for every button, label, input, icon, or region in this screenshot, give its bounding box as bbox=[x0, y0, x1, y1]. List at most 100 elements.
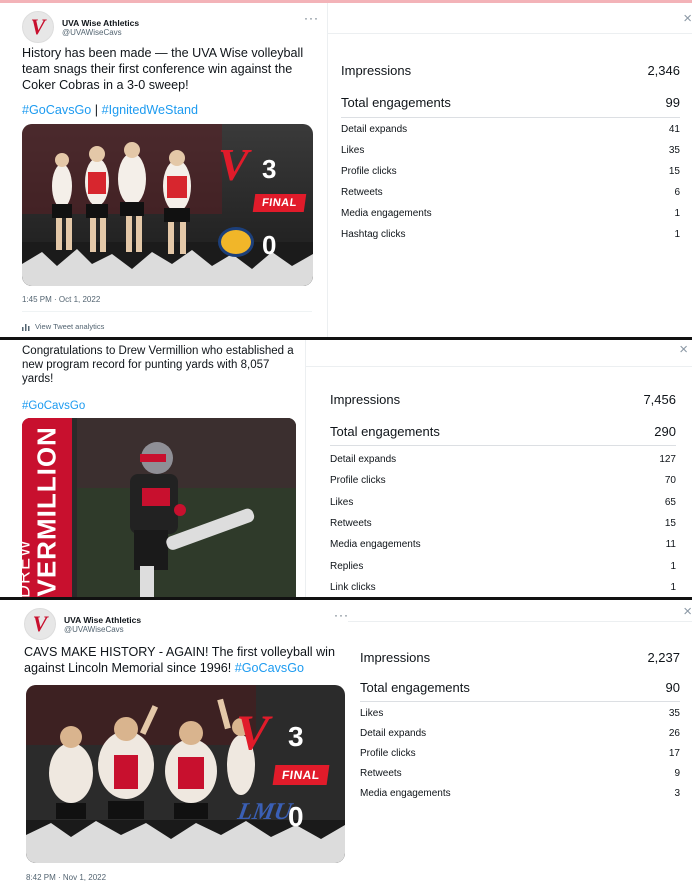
metric-row: Retweets 15 bbox=[330, 518, 676, 529]
metric-row: Detail expands 41 bbox=[341, 124, 680, 135]
lmu-logo: LMU bbox=[235, 799, 294, 825]
hashtag-link[interactable]: #GoCavsGo bbox=[235, 661, 304, 675]
metric-value: 1 bbox=[670, 581, 676, 593]
metric-label: Detail expands bbox=[330, 454, 397, 465]
metric-value: 17 bbox=[668, 748, 680, 759]
tweet-header: V UVA Wise Athletics @UVAWiseCavs bbox=[24, 608, 141, 640]
close-icon[interactable]: × bbox=[683, 11, 692, 26]
more-options-icon[interactable]: ··· bbox=[334, 608, 349, 622]
metric-row: Retweets 9 bbox=[360, 768, 680, 779]
metric-value: 1 bbox=[674, 229, 680, 240]
metric-row: Detail expands 127 bbox=[330, 454, 676, 465]
home-team-logo: V bbox=[236, 704, 270, 760]
metric-label: Retweets bbox=[360, 768, 402, 779]
metric-label: Likes bbox=[341, 145, 365, 156]
analytics-card: × Impressions 7,456 Total engagements 290 … bbox=[305, 340, 692, 597]
metric-value: 6 bbox=[674, 187, 680, 198]
tweet-text: Congratulations to Drew Vermillion who e… bbox=[22, 345, 294, 385]
metric-value: 65 bbox=[664, 496, 676, 508]
metric-row: Hashtag clicks 1 bbox=[341, 229, 680, 240]
tweet-card[interactable]: V UVA Wise Athletics @UVAWiseCavs ··· Hi… bbox=[0, 3, 325, 337]
tweet-timestamp[interactable]: 1:45 PM · Oct 1, 2022 bbox=[22, 295, 100, 304]
close-icon[interactable]: × bbox=[683, 604, 692, 619]
view-analytics-link[interactable]: View Tweet analytics bbox=[22, 322, 104, 331]
metric-label: Hashtag clicks bbox=[341, 229, 406, 240]
metric-row: Media engagements 3 bbox=[360, 788, 680, 799]
avatar[interactable]: V bbox=[22, 11, 54, 43]
metric-label: Media engagements bbox=[341, 208, 432, 219]
handle[interactable]: @UVAWiseCavs bbox=[62, 28, 139, 37]
tweet-media-image[interactable]: V 3 FINAL 0 bbox=[22, 124, 313, 286]
home-team-logo: V bbox=[218, 139, 249, 190]
metric-label: Likes bbox=[330, 496, 354, 508]
avatar[interactable]: V bbox=[24, 608, 56, 640]
metric-row: Link clicks 1 bbox=[330, 582, 676, 593]
metric-row: Media engagements 11 bbox=[330, 539, 676, 550]
player-first-name: DREW bbox=[22, 539, 34, 597]
metric-row: Likes 35 bbox=[360, 708, 680, 719]
tweet-analytics-panel-3: V UVA Wise Athletics @UVAWiseCavs ··· CA… bbox=[0, 597, 692, 888]
metric-label: Detail expands bbox=[360, 728, 427, 739]
display-name[interactable]: UVA Wise Athletics bbox=[64, 615, 141, 625]
metric-row: Profile clicks 15 bbox=[341, 166, 680, 177]
home-score: 3 bbox=[288, 721, 304, 752]
final-label: FINAL bbox=[272, 765, 330, 785]
close-icon[interactable]: × bbox=[679, 342, 688, 357]
tweet-card[interactable]: V UVA Wise Athletics @UVAWiseCavs ··· CA… bbox=[0, 600, 348, 888]
hashtag-link[interactable]: #GoCavsGo bbox=[22, 103, 91, 117]
metric-impressions: Impressions 2,346 bbox=[341, 63, 680, 78]
home-score: 3 bbox=[262, 154, 277, 184]
hashtag-link[interactable]: #GoCavsGo bbox=[22, 398, 85, 414]
metric-value: 35 bbox=[668, 145, 680, 156]
metric-value: 41 bbox=[668, 124, 680, 135]
metric-value: 1 bbox=[670, 560, 676, 572]
metric-row: Replies 1 bbox=[330, 561, 676, 572]
metric-value: 9 bbox=[674, 768, 680, 779]
tweet-timestamp[interactable]: 8:42 PM · Nov 1, 2022 bbox=[26, 873, 106, 882]
coker-cobra-logo-icon bbox=[218, 227, 254, 257]
metric-label: Replies bbox=[330, 560, 364, 572]
more-options-icon[interactable]: ··· bbox=[304, 11, 319, 25]
final-label: FINAL bbox=[252, 194, 307, 212]
metric-value: 35 bbox=[668, 708, 680, 719]
tweet-card[interactable]: Congratulations to Drew Vermillion who e… bbox=[0, 340, 305, 597]
analytics-card: × Impressions 2,237 Total engagements 90 L… bbox=[348, 600, 692, 888]
tweet-media-image[interactable]: VERMILLION DREW bbox=[22, 418, 296, 597]
metric-label: Profile clicks bbox=[360, 748, 416, 759]
metric-row: Media engagements 1 bbox=[341, 208, 680, 219]
tweet-analytics-panel-1: V UVA Wise Athletics @UVAWiseCavs ··· Hi… bbox=[0, 0, 692, 337]
metric-value: 3 bbox=[674, 788, 680, 799]
player-last-name: VERMILLION bbox=[31, 426, 62, 597]
metric-label: Media engagements bbox=[330, 539, 421, 551]
analytics-card: × Impressions 2,346 Total engagements 99 D… bbox=[327, 3, 692, 337]
metric-value: 26 bbox=[668, 728, 680, 739]
metric-value: 15 bbox=[664, 517, 676, 529]
handle[interactable]: @UVAWiseCavs bbox=[64, 625, 141, 634]
metric-impressions: Impressions 7,456 bbox=[330, 392, 676, 407]
metric-row: Likes 35 bbox=[341, 145, 680, 156]
display-name[interactable]: UVA Wise Athletics bbox=[62, 18, 139, 28]
metric-value: 70 bbox=[664, 475, 676, 487]
metric-label: Media engagements bbox=[360, 788, 451, 799]
metric-label: Profile clicks bbox=[341, 166, 397, 177]
metric-row: Profile clicks 17 bbox=[360, 748, 680, 759]
tweet-media-image[interactable]: V 3 FINAL LMU 0 bbox=[26, 685, 345, 863]
metric-total-engagements: Total engagements 90 bbox=[360, 680, 680, 695]
divider bbox=[22, 311, 312, 312]
tweet-header: V UVA Wise Athletics @UVAWiseCavs bbox=[22, 11, 139, 43]
metric-label: Profile clicks bbox=[330, 475, 386, 487]
tweet-analytics-panel-2: Congratulations to Drew Vermillion who e… bbox=[0, 337, 692, 597]
metric-value: 15 bbox=[668, 166, 680, 177]
tweet-text: History has been made — the UVA Wise vol… bbox=[22, 46, 304, 92]
bar-chart-icon bbox=[22, 323, 30, 331]
metric-value: 11 bbox=[665, 539, 676, 551]
hashtag-link[interactable]: #IgnitedWeStand bbox=[102, 103, 198, 117]
metric-total-engagements: Total engagements 290 bbox=[330, 424, 676, 439]
tweet-text: CAVS MAKE HISTORY - AGAIN! The first vol… bbox=[24, 645, 335, 675]
metric-label: Detail expands bbox=[341, 124, 408, 135]
metric-row: Detail expands 26 bbox=[360, 728, 680, 739]
metric-total-engagements: Total engagements 99 bbox=[341, 95, 680, 110]
uva-wise-logo-icon: V bbox=[32, 611, 48, 636]
metric-impressions: Impressions 2,237 bbox=[360, 650, 680, 665]
metric-label: Retweets bbox=[330, 517, 372, 529]
